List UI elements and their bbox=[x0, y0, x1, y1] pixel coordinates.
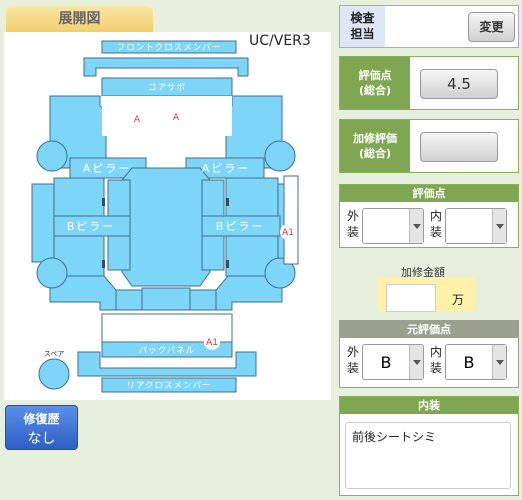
repair-score-value[interactable] bbox=[420, 132, 498, 162]
grade-exterior-select[interactable] bbox=[362, 208, 424, 244]
chevron-down-icon bbox=[492, 345, 506, 379]
grade-interior-select[interactable] bbox=[445, 208, 507, 244]
repair-history-label: 修復歴 bbox=[23, 412, 60, 426]
wheel-front-left[interactable] bbox=[36, 140, 68, 172]
interior-notes-textarea[interactable]: 前後シートシミ bbox=[345, 422, 511, 489]
interior-notes-title: 内装 bbox=[340, 397, 518, 414]
repair-score-box: 加修評価(総合) bbox=[339, 119, 519, 173]
damage-mark[interactable]: A1 bbox=[206, 338, 218, 348]
overall-score-label: 評価点(総合) bbox=[340, 57, 410, 109]
original-grade-box: 元評価点 外装 B 内装 B bbox=[339, 320, 519, 388]
label-b-pillar-right: Bピラー bbox=[216, 220, 265, 233]
repair-history-button[interactable]: 修復歴 なし bbox=[5, 405, 78, 450]
original-exterior-select[interactable]: B bbox=[362, 344, 424, 380]
version-label: UC/VER3 bbox=[249, 33, 311, 49]
original-grade-title: 元評価点 bbox=[340, 321, 518, 338]
damage-mark[interactable]: A bbox=[134, 115, 141, 125]
body-diagram: フロントクロスメンバー コアサポ Aピラー Aピラー Bピラー Bピラー バック… bbox=[4, 32, 331, 400]
label-a-pillar-right: Aピラー bbox=[202, 162, 251, 175]
spare-tire[interactable] bbox=[38, 358, 70, 390]
trunk-floor-right[interactable] bbox=[189, 289, 217, 311]
grade-interior-label: 内装 bbox=[429, 209, 442, 239]
wheel-rear-left[interactable] bbox=[36, 257, 68, 289]
inspector-box: 検査担当 変更 bbox=[339, 5, 519, 48]
label-core-support: コアサポ bbox=[148, 83, 186, 93]
chevron-down-icon bbox=[409, 209, 423, 243]
trunk-floor-center[interactable] bbox=[141, 287, 191, 311]
repair-cost-box: 加修金額 万 bbox=[339, 256, 519, 316]
right-door-edge bbox=[283, 175, 299, 265]
repair-cost-input[interactable] bbox=[386, 284, 436, 312]
overall-score-value[interactable]: 4.5 bbox=[420, 69, 498, 99]
change-inspector-button[interactable]: 変更 bbox=[468, 12, 515, 42]
roof[interactable] bbox=[121, 167, 211, 287]
label-front-cross-member: フロントクロスメンバー bbox=[117, 43, 222, 53]
engine-bay bbox=[102, 96, 232, 136]
damage-mark[interactable]: A bbox=[173, 113, 180, 123]
label-rear-cross-member: リアクロスメンバー bbox=[126, 381, 211, 391]
chevron-down-icon bbox=[409, 345, 423, 379]
left-side-sill[interactable] bbox=[31, 183, 55, 263]
inspector-label: 検査担当 bbox=[340, 6, 385, 47]
wheel-front-right[interactable] bbox=[264, 140, 296, 172]
car-diagram-svg: フロントクロスメンバー コアサポ Aピラー Aピラー Bピラー Bピラー バック… bbox=[31, 40, 299, 393]
label-b-pillar-left: Bピラー bbox=[67, 220, 116, 233]
damage-mark[interactable]: A1 bbox=[282, 228, 294, 238]
original-interior-select[interactable]: B bbox=[445, 344, 507, 380]
original-exterior-label: 外装 bbox=[346, 345, 359, 375]
label-a-pillar-left: Aピラー bbox=[83, 162, 132, 175]
grade-box: 評価点 外装 内装 bbox=[339, 184, 519, 248]
front-beam[interactable] bbox=[83, 57, 249, 77]
label-spare: スペア bbox=[44, 350, 65, 358]
interior-notes-box: 内装 前後シートシミ bbox=[339, 396, 519, 496]
grade-exterior-label: 外装 bbox=[346, 209, 359, 239]
repair-score-label: 加修評価(総合) bbox=[340, 120, 410, 172]
repair-history-value: なし bbox=[27, 431, 56, 447]
diagram-tab[interactable]: 展開図 bbox=[6, 6, 153, 32]
chevron-down-icon bbox=[492, 209, 506, 243]
grade-title: 評価点 bbox=[340, 185, 518, 202]
label-back-panel: バックパネル bbox=[139, 346, 196, 356]
original-interior-label: 内装 bbox=[429, 345, 442, 375]
trunk-floor-left[interactable] bbox=[115, 289, 143, 311]
repair-cost-unit: 万 bbox=[452, 293, 465, 307]
overall-score-box: 評価点(総合) 4.5 bbox=[339, 56, 519, 110]
